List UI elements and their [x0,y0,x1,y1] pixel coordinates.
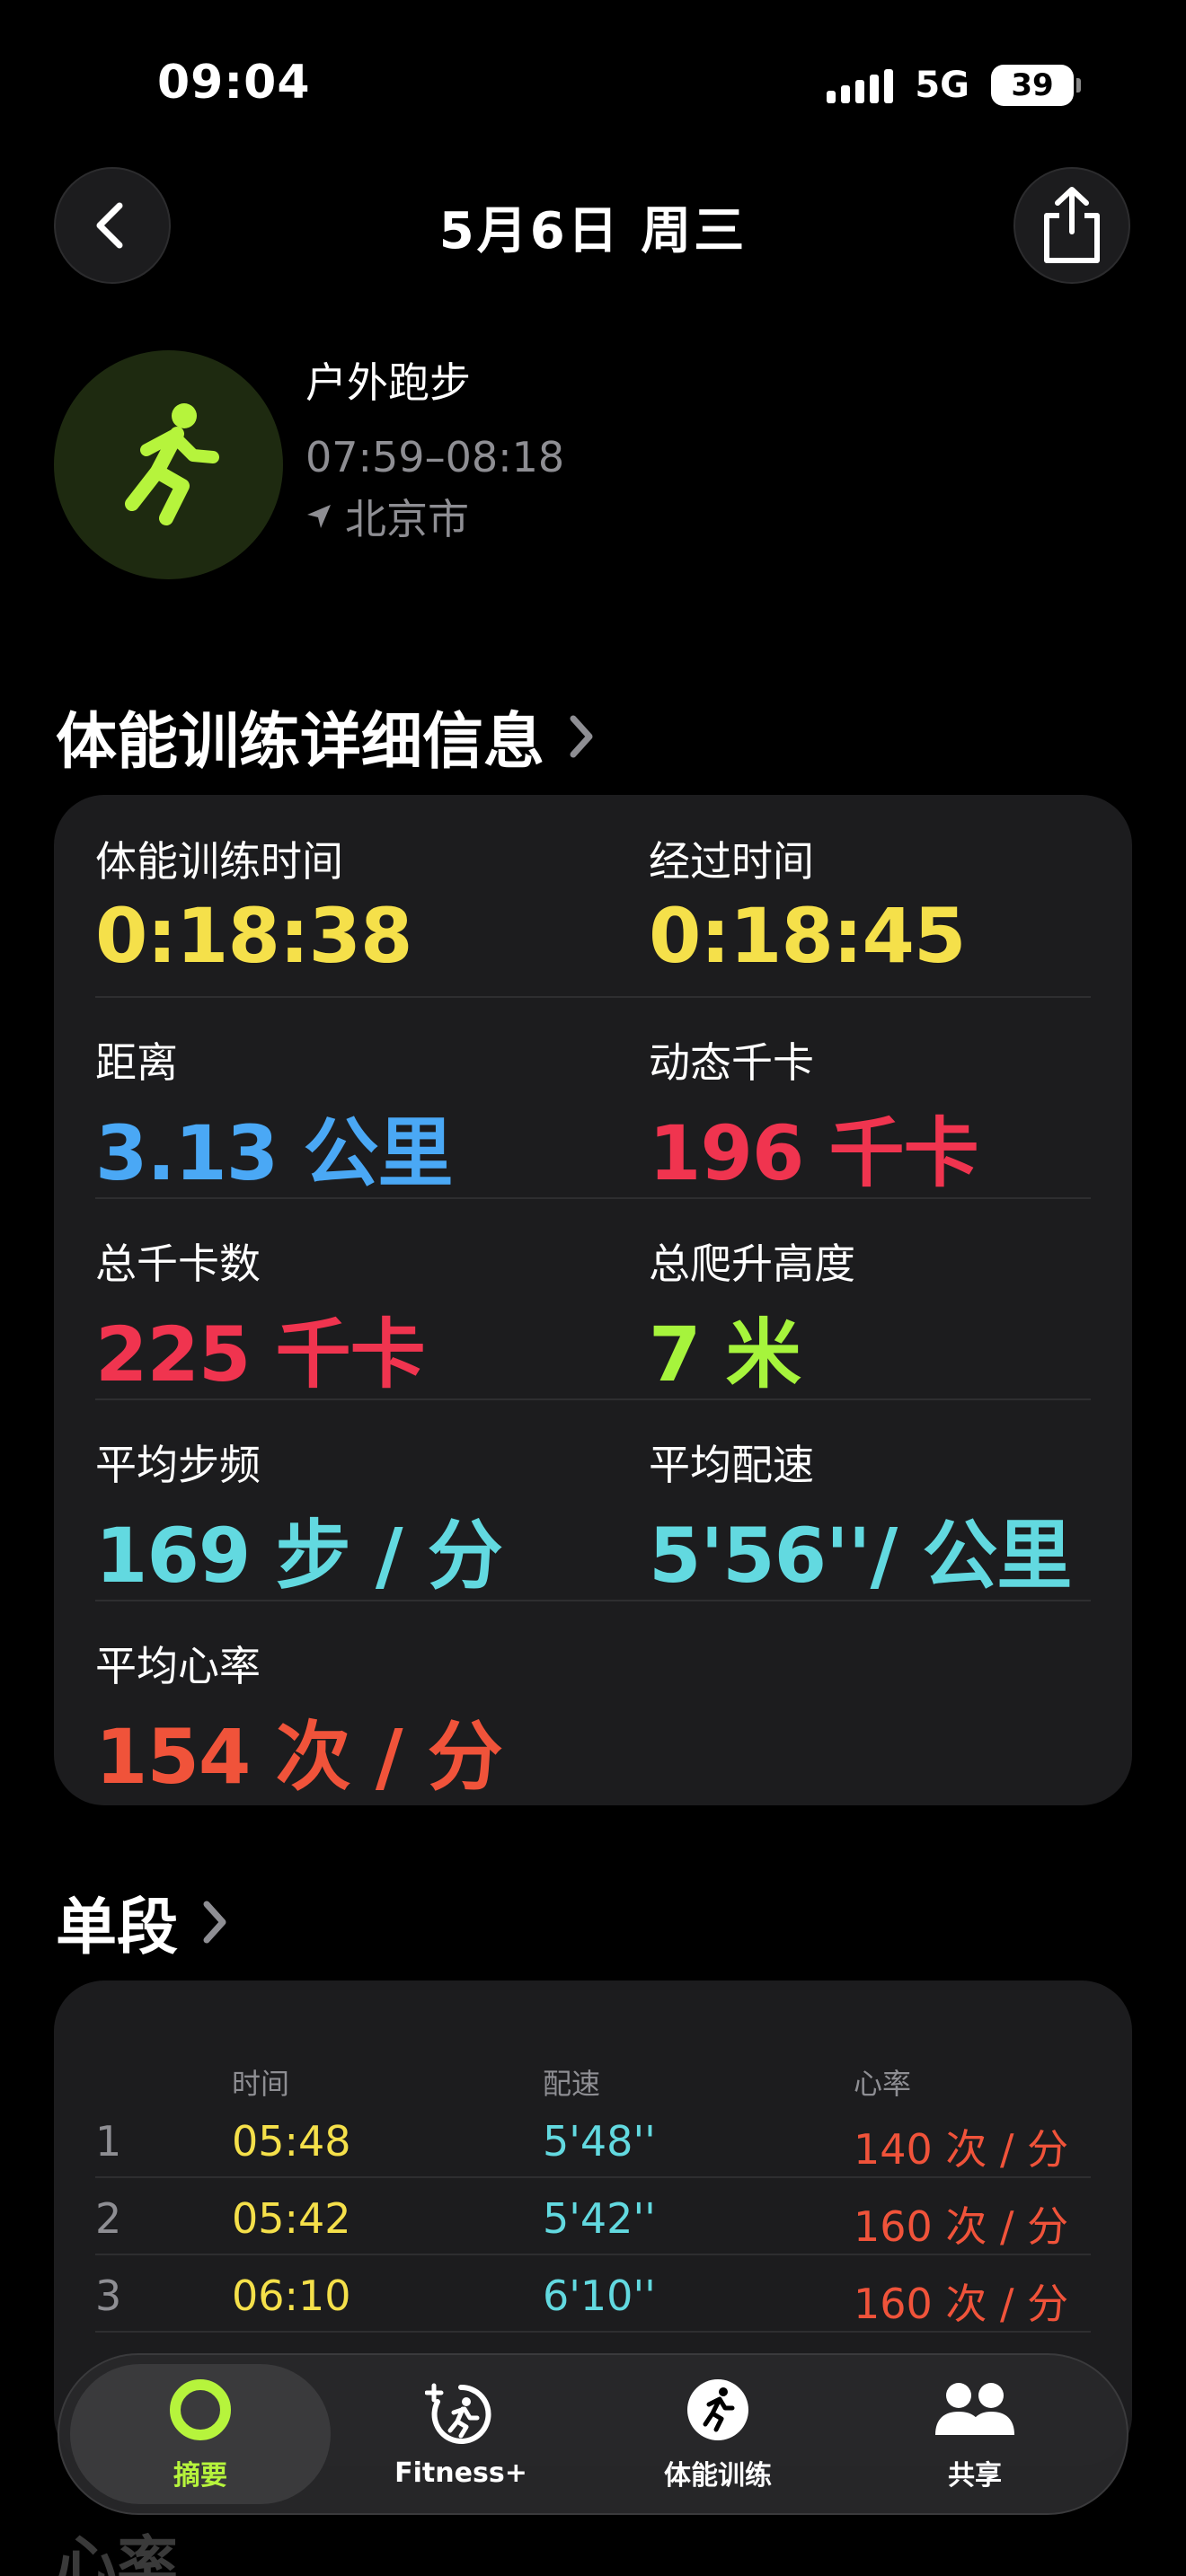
workout-location: 北京市 [305,487,469,546]
splits-header-pace: 配速 [543,2067,601,2101]
details-section-header[interactable]: 体能训练详细信息 [56,692,597,781]
tab-label: 体能训练 [664,2460,772,2492]
split-row: 2 05:42 5'42'' 160 次 / 分 [95,2178,1091,2255]
split-row: 1 05:48 5'48'' 140 次 / 分 [95,2101,1091,2178]
metric-value: 169 步 / 分 [95,1512,503,1600]
tab-workouts[interactable]: 体能训练 [588,2364,848,2504]
location-text: 北京市 [345,495,469,543]
split-time: 06:10 [232,2272,351,2320]
running-figure-icon [124,402,219,525]
workout-runner-icon [687,2379,748,2440]
heart-rate-section-header[interactable]: 心率 [56,2515,178,2576]
page-title: 5月6日 周三 [438,202,748,260]
divider [95,1600,1091,1601]
splits-header-time: 时间 [232,2067,290,2101]
workout-type-badge [54,350,283,579]
location-arrow-icon [307,505,331,528]
metric-value: 196 千卡 [649,1109,979,1197]
split-row: 3 06:10 6'10'' 160 次 / 分 [95,2255,1091,2333]
metric-label: 距离 [95,1038,178,1087]
metric-label: 平均配速 [649,1441,814,1489]
split-pace: 6'10'' [543,2272,656,2320]
tab-fitness-plus[interactable]: Fitness+ [331,2364,591,2504]
splits-header-heart-rate: 心率 [854,2067,912,2101]
metric-label: 经过时间 [649,837,814,886]
split-index: 3 [95,2272,122,2320]
metric-value: 5'56''/ 公里 [649,1512,1072,1600]
split-index: 2 [95,2194,122,2243]
workout-name: 户外跑步 [305,358,471,407]
fitness-plus-icon [425,2383,491,2444]
divider [95,1398,1091,1400]
split-time: 05:48 [232,2117,351,2166]
divider [95,996,1091,998]
metric-elapsed-time: 经过时间 0:18:45 [649,829,966,980]
metric-value: 225 千卡 [95,1310,426,1398]
split-pace: 5'42'' [543,2194,656,2243]
metric-value: 154 次 / 分 [95,1713,503,1801]
metric-total-calories: 总千卡数 225 千卡 [95,1231,426,1403]
metric-label: 体能训练时间 [95,837,343,886]
split-heart-rate: 160 次 / 分 [854,2280,1069,2328]
metric-value: 7 米 [649,1310,801,1398]
chevron-right-icon [570,715,593,757]
split-time: 05:42 [232,2194,351,2243]
metric-average-pace: 平均配速 5'56''/ 公里 [649,1433,1072,1604]
metric-label: 动态千卡 [649,1038,814,1087]
metric-active-calories: 动态千卡 196 千卡 [649,1030,979,1202]
metric-label: 平均步频 [95,1441,261,1489]
metric-distance: 距离 3.13 公里 [95,1030,453,1202]
tab-summary[interactable]: 摘要 [70,2364,331,2504]
tab-bar: 摘要 Fitness+ 体能训练 共享 [58,2353,1128,2515]
status-indicators: 5G 39 [827,65,1081,106]
metric-value: 0:18:38 [95,892,412,980]
share-icon [1044,187,1100,263]
tab-label: 摘要 [173,2460,227,2492]
cellular-signal-icon [827,67,894,103]
chevron-right-icon [203,1901,226,1943]
splits-section-title: 单段 [56,1892,179,1963]
divider [95,1197,1091,1199]
details-section-title: 体能训练详细信息 [56,707,545,778]
metric-label: 总爬升高度 [649,1239,855,1288]
split-heart-rate: 140 次 / 分 [854,2125,1069,2174]
battery-icon: 39 [991,65,1081,106]
network-type: 5G [915,65,969,106]
workout-details-card: 体能训练时间 0:18:38 经过时间 0:18:45 距离 3.13 公里 动… [54,795,1132,1805]
metric-value: 3.13 公里 [95,1109,453,1197]
metric-label: 总千卡数 [95,1239,261,1288]
tab-sharing[interactable]: 共享 [845,2364,1105,2504]
metric-cadence: 平均步频 169 步 / 分 [95,1433,503,1604]
tab-label: 共享 [948,2460,1002,2492]
metric-elevation-gain: 总爬升高度 7 米 [649,1231,855,1403]
split-heart-rate: 160 次 / 分 [854,2202,1069,2251]
workout-time-range: 07:59–08:18 [305,433,565,481]
metric-workout-time: 体能训练时间 0:18:38 [95,829,412,980]
sharing-people-icon [935,2383,1014,2435]
splits-section-header[interactable]: 单段 [56,1877,230,1966]
metric-label: 平均心率 [95,1642,261,1690]
split-pace: 5'48'' [543,2117,656,2166]
metric-average-heart-rate: 平均心率 154 次 / 分 [95,1634,503,1805]
share-button[interactable] [1013,167,1130,284]
status-time: 09:04 [157,56,311,110]
metric-value: 0:18:45 [649,892,966,980]
split-index: 1 [95,2117,122,2166]
tab-label: Fitness+ [394,2457,527,2489]
heart-rate-section-title: 心率 [56,2530,179,2576]
status-bar: 09:04 5G 39 [0,0,1186,171]
activity-ring-icon [170,2379,231,2440]
